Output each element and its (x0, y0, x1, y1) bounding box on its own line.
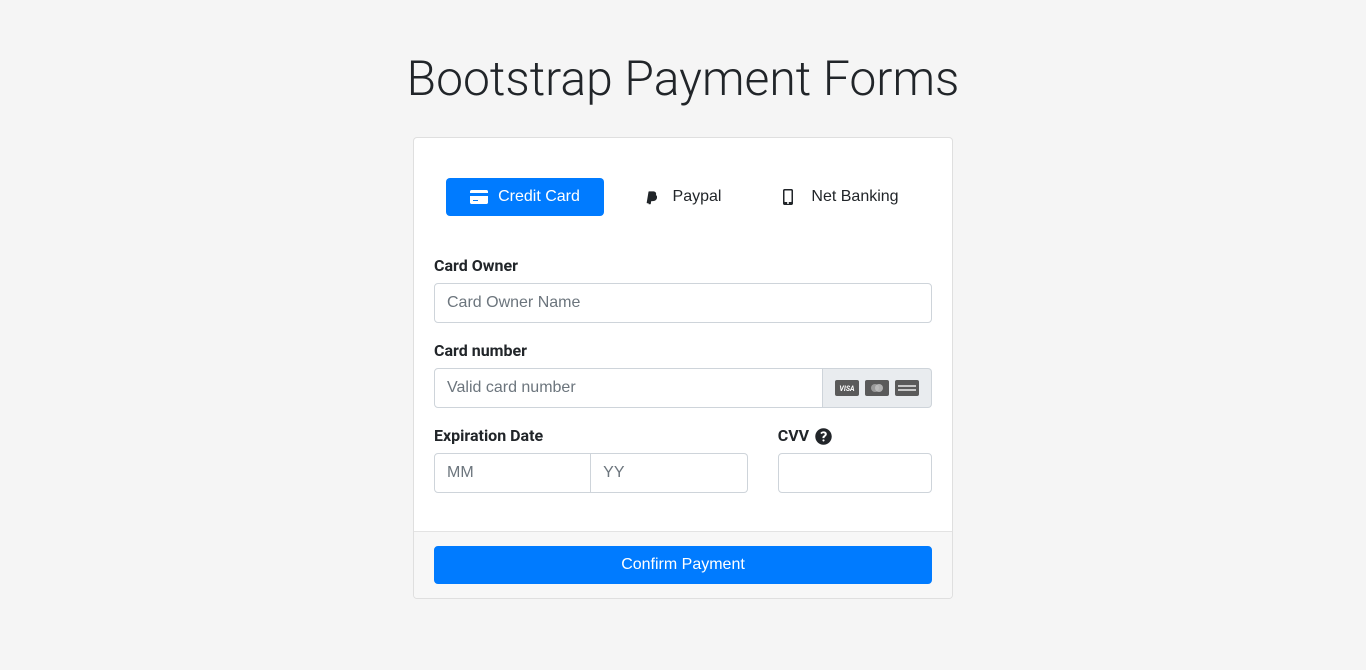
tab-label: Net Banking (811, 188, 898, 206)
cvv-group: CVV (778, 426, 932, 493)
amex-icon (895, 380, 919, 396)
tab-paypal[interactable]: Paypal (604, 178, 762, 216)
card-number-label: Card number (434, 341, 932, 360)
card-owner-input[interactable] (434, 283, 932, 323)
tab-label: Credit Card (498, 188, 580, 206)
tab-header: Credit Card Paypal Net Banking (434, 158, 932, 236)
question-circle-icon[interactable] (815, 428, 832, 445)
tab-net-banking[interactable]: Net Banking (762, 178, 920, 216)
card-number-input[interactable] (434, 368, 823, 408)
confirm-payment-button[interactable]: Confirm Payment (434, 546, 932, 584)
mobile-icon (783, 189, 801, 205)
expiry-cvv-row: Expiration Date CVV (434, 426, 932, 511)
tab-credit-card[interactable]: Credit Card (446, 178, 604, 216)
expiry-inputs (434, 453, 748, 493)
card-owner-label: Card Owner (434, 256, 932, 275)
cvv-label-wrapper: CVV (778, 426, 932, 445)
expiration-label: Expiration Date (434, 426, 748, 445)
visa-icon: VISA (835, 380, 859, 396)
card-footer: Confirm Payment (414, 531, 952, 598)
card-brands: VISA (823, 368, 932, 408)
card-owner-group: Card Owner (434, 256, 932, 323)
card-number-group: Card number VISA (434, 341, 932, 408)
credit-card-icon (470, 189, 488, 205)
card-number-input-group: VISA (434, 368, 932, 408)
svg-text:VISA: VISA (839, 385, 855, 393)
page-title: Bootstrap Payment Forms (0, 0, 1366, 137)
cvv-label: CVV (778, 426, 809, 445)
payment-card: Credit Card Paypal Net Banking Card Owne… (413, 137, 953, 599)
mastercard-icon (865, 380, 889, 396)
exp-year-input[interactable] (591, 453, 748, 493)
tab-label: Paypal (673, 188, 722, 206)
expiration-group: Expiration Date (434, 426, 748, 493)
cvv-input[interactable] (778, 453, 932, 493)
exp-month-input[interactable] (434, 453, 591, 493)
paypal-icon (645, 189, 663, 205)
